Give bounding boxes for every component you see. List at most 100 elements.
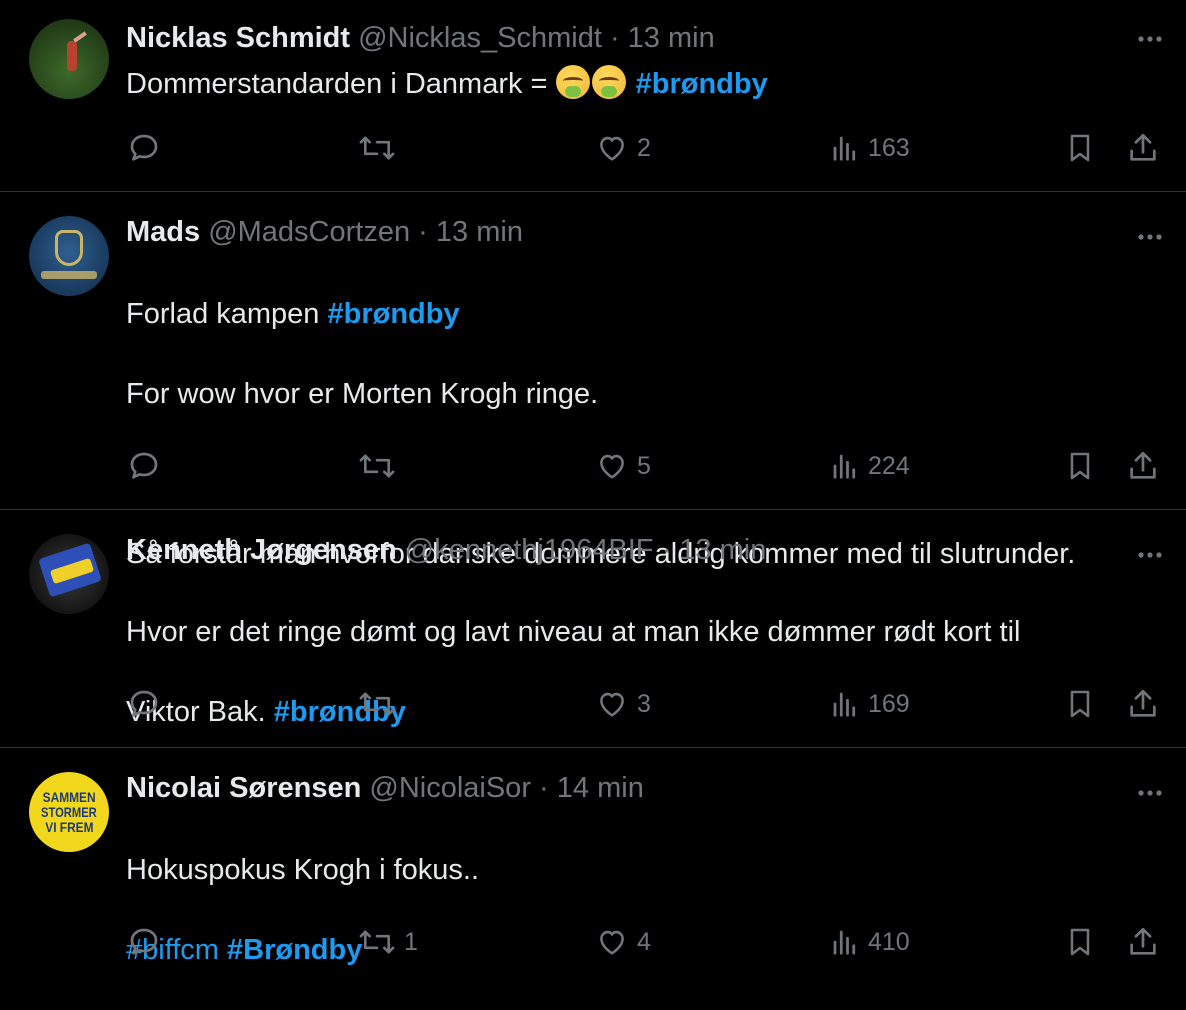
avatar-figure (67, 41, 77, 71)
tweet-header: Mads @MadsCortzen · 13 min (126, 214, 1150, 250)
timestamp[interactable]: 13 min (436, 216, 523, 248)
avatar-text: STORMER (41, 803, 97, 820)
nauseated-face-emoji-icon (591, 65, 626, 99)
tweet-text: Dommerstandarden i Danmark = #brøndby (126, 64, 1150, 104)
heart-icon (600, 930, 624, 955)
bar-chart-icon (833, 454, 856, 479)
avatar[interactable] (29, 19, 109, 99)
tweet-text: Hokuspokus Krogh i fokus.. #biffcm #Brøn… (126, 810, 1150, 1010)
tweet-header: Nicolai Sørensen @NicolaiSor · 14 min (126, 770, 1150, 806)
tweet[interactable]: Nicklas Schmidt @Nicklas_Schmidt · 13 mi… (0, 0, 1186, 192)
like-count: 3 (637, 689, 651, 718)
tweet[interactable]: Mads @MadsCortzen · 13 min Forlad kampen… (0, 192, 1186, 570)
tweet-text-content: Dommerstandarden i Danmark = (126, 68, 556, 100)
heart-icon (600, 692, 624, 717)
like-button[interactable]: 5 (595, 446, 651, 486)
tweet-header: Kenneth Jørgensen @kennethj1964BIF · 13 … (126, 532, 1150, 568)
views-count: 410 (868, 927, 910, 956)
reply-button[interactable] (126, 684, 170, 724)
bookmark-icon (1070, 928, 1090, 956)
bookmark-icon (1070, 134, 1090, 162)
display-name[interactable]: Nicolai Sørensen (126, 772, 361, 804)
like-button[interactable]: 4 (595, 922, 651, 962)
retweet-button[interactable] (358, 684, 404, 724)
tweet-line: For wow hvor er Morten Krogh ringe. (126, 378, 599, 410)
more-icon (1138, 36, 1162, 42)
more-icon (1138, 552, 1162, 558)
avatar-text: VI FREM (44, 818, 94, 835)
views-button[interactable]: 163 (830, 128, 910, 168)
like-button[interactable]: 2 (595, 128, 651, 168)
like-count: 2 (637, 133, 651, 162)
retweet-icon (359, 930, 395, 954)
like-button[interactable]: 3 (595, 684, 651, 724)
avatar[interactable] (29, 534, 109, 614)
bookmark-button[interactable] (1064, 684, 1096, 724)
share-icon (1130, 133, 1156, 161)
user-handle[interactable]: @Nicklas_Schmidt (358, 22, 602, 54)
retweet-button[interactable] (358, 446, 404, 486)
heart-icon (600, 454, 624, 479)
share-button[interactable] (1126, 684, 1160, 724)
user-handle[interactable]: @NicolaiSor (369, 772, 531, 804)
more-options-button[interactable] (1132, 227, 1168, 247)
retweet-count: 1 (404, 927, 418, 956)
avatar-arm (73, 31, 87, 43)
timestamp[interactable]: 13 min (628, 22, 715, 54)
views-button[interactable]: 169 (830, 684, 910, 724)
bookmark-button[interactable] (1064, 128, 1096, 168)
tweet-line: Hokuspokus Krogh i fokus.. (126, 854, 480, 886)
views-button[interactable]: 410 (830, 922, 910, 962)
like-count: 4 (637, 927, 651, 956)
more-icon (1138, 790, 1162, 796)
separator-dot: · (539, 772, 549, 804)
avatar[interactable] (29, 216, 109, 296)
bookmark-icon (1070, 690, 1090, 718)
avatar-crest (55, 230, 83, 266)
tweet-header: Nicklas Schmidt @Nicklas_Schmidt · 13 mi… (126, 20, 1150, 56)
reply-button[interactable] (126, 922, 170, 962)
share-button[interactable] (1126, 128, 1160, 168)
reply-button[interactable] (126, 128, 170, 168)
retweet-button[interactable]: 1 (358, 922, 418, 962)
reply-icon (130, 134, 158, 161)
reply-button[interactable] (126, 446, 170, 486)
avatar[interactable]: SAMMEN STORMER VI FREM (29, 772, 109, 852)
share-button[interactable] (1126, 446, 1160, 486)
more-options-button[interactable] (1132, 783, 1168, 803)
bookmark-button[interactable] (1064, 922, 1096, 962)
share-button[interactable] (1126, 922, 1160, 962)
display-name[interactable]: Nicklas Schmidt (126, 22, 350, 54)
bar-chart-icon (833, 930, 856, 955)
share-icon (1130, 689, 1156, 717)
hashtag-link[interactable]: #brøndby (636, 68, 768, 100)
views-count: 224 (868, 451, 910, 480)
bookmark-button[interactable] (1064, 446, 1096, 486)
tweet[interactable]: SAMMEN STORMER VI FREM Nicolai Sørensen … (0, 748, 1186, 978)
bar-chart-icon (833, 692, 856, 717)
hashtag-link[interactable]: #brøndby (328, 298, 460, 330)
retweet-button[interactable] (358, 128, 404, 168)
display-name[interactable]: Kenneth Jørgensen (126, 534, 397, 566)
views-button[interactable]: 224 (830, 446, 910, 486)
reply-icon (130, 928, 158, 955)
user-handle[interactable]: @kennethj1964BIF (405, 534, 654, 566)
more-options-button[interactable] (1132, 545, 1168, 565)
more-options-button[interactable] (1132, 29, 1168, 49)
display-name[interactable]: Mads (126, 216, 200, 248)
timestamp[interactable]: 14 min (557, 772, 644, 804)
retweet-icon (359, 454, 395, 478)
tweet-text-content: Forlad kampen (126, 298, 328, 330)
avatar-banner (41, 271, 97, 279)
user-handle[interactable]: @MadsCortzen (208, 216, 410, 248)
tweet[interactable]: Kenneth Jørgensen @kennethj1964BIF · 13 … (0, 510, 1186, 748)
timestamp[interactable]: 13 min (679, 534, 766, 566)
retweet-icon (359, 692, 395, 716)
like-count: 5 (637, 451, 651, 480)
more-icon (1138, 234, 1162, 240)
tweet-line: Hvor er det ringe dømt og lavt niveau at… (126, 616, 1021, 648)
views-count: 163 (868, 133, 910, 162)
bookmark-icon (1070, 452, 1090, 480)
reply-icon (130, 690, 158, 717)
tweet-text: Hvor er det ringe dømt og lavt niveau at… (126, 572, 1150, 772)
